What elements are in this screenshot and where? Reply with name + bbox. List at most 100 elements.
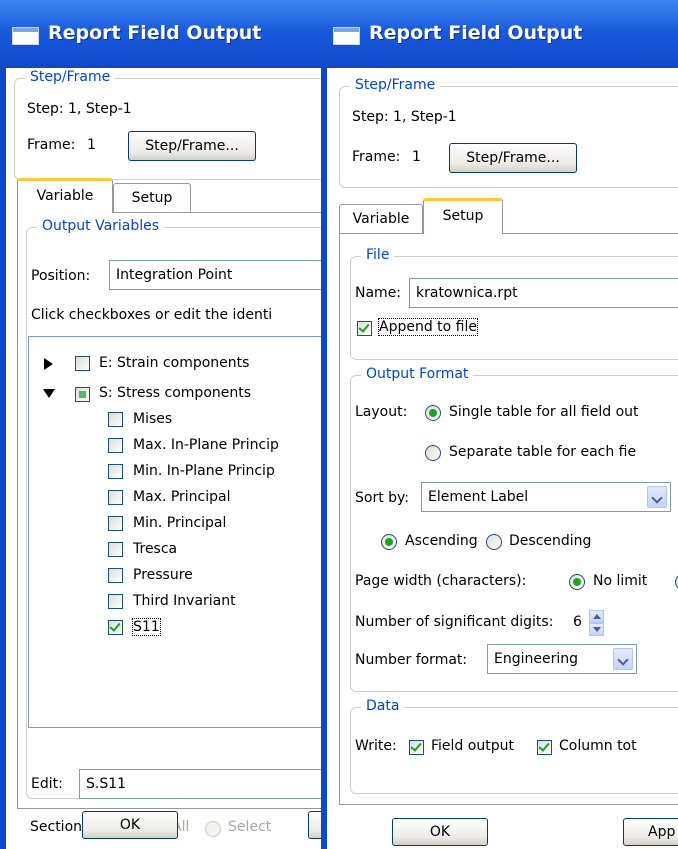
tresca-checkbox[interactable] [108, 542, 123, 557]
min-inplane-checkbox[interactable] [108, 464, 123, 479]
output-variables-group: Output Variables Position: Integration P… [26, 218, 321, 799]
strain-checkbox[interactable] [75, 356, 90, 371]
layout-label: Layout: [355, 404, 408, 420]
section-select-label: Select [228, 819, 272, 835]
ascending-radio[interactable] [381, 534, 397, 550]
stress-checkbox[interactable] [75, 387, 90, 402]
column-totals-checkbox[interactable] [537, 740, 552, 755]
tree-child-label: Tresca [133, 541, 178, 557]
descending-label: Descending [509, 533, 592, 549]
mises-checkbox[interactable] [108, 412, 123, 427]
s11-checkbox[interactable] [108, 620, 123, 635]
file-group-label: File [361, 247, 395, 263]
tree-child-label: Min. In-Plane Princip [133, 463, 275, 479]
variable-tab-panel: Output Variables Position: Integration P… [17, 212, 321, 837]
layout-separate-radio[interactable] [425, 445, 441, 461]
instruction-text: Click checkboxes or edit the identi [31, 307, 273, 323]
sort-by-label: Sort by: [355, 490, 410, 506]
descending-radio[interactable] [486, 534, 502, 550]
min-principal-checkbox[interactable] [108, 516, 123, 531]
apply-button[interactable]: App [623, 818, 678, 846]
layout-single-radio[interactable] [425, 405, 441, 421]
file-group: File Name: kratownica.rpt Append to file [350, 247, 678, 360]
ok-button[interactable]: OK [82, 811, 178, 839]
edit-label: Edit: [31, 776, 63, 792]
sort-by-select[interactable]: Element Label [421, 482, 671, 512]
position-select[interactable]: Integration Point [109, 260, 321, 290]
chevron-down-icon[interactable] [647, 486, 667, 508]
collapse-arrow-icon[interactable] [43, 389, 55, 398]
ascending-label: Ascending [405, 533, 478, 549]
step-frame-button[interactable]: Step/Frame... [449, 143, 577, 173]
no-limit-radio[interactable] [569, 574, 585, 590]
max-principal-checkbox[interactable] [108, 490, 123, 505]
apply-button-partial[interactable] [308, 811, 321, 839]
window-icon [333, 27, 360, 45]
edit-field[interactable]: S.S11 [79, 769, 321, 799]
window-title: Report Field Output [369, 22, 583, 44]
output-format-group-label: Output Format [361, 366, 474, 382]
tree-child-label: Max. Principal [133, 489, 231, 505]
setup-tab-panel: File Name: kratownica.rpt Append to file… [339, 233, 678, 805]
field-output-label: Field output [431, 738, 514, 754]
third-invariant-checkbox[interactable] [108, 594, 123, 609]
report-field-output-dialog-right: Report Field Output Step/Frame Step: 1, … [321, 0, 678, 849]
number-format-label: Number format: [355, 652, 468, 668]
dialog-body: Step/Frame Step: 1, Step-1 Frame: 1 Step… [327, 68, 678, 849]
window-icon [12, 27, 39, 45]
frame-label: Frame: [352, 149, 401, 165]
tab-setup[interactable]: Setup [423, 198, 503, 234]
spin-up-icon[interactable] [589, 610, 604, 623]
strain-components-label: E: Strain components [99, 355, 250, 371]
output-variables-group-label: Output Variables [37, 218, 165, 234]
significant-digits-label: Number of significant digits: [355, 614, 554, 630]
expand-arrow-icon[interactable] [44, 358, 53, 370]
step-frame-button[interactable]: Step/Frame... [128, 131, 256, 161]
append-to-file-label: Append to file [378, 318, 478, 336]
dialog-body: Step/Frame Step: 1, Step-1 Frame: 1 Step… [6, 68, 321, 849]
no-limit-label: No limit [593, 573, 648, 589]
page-width-label: Page width (characters): [355, 573, 527, 589]
tab-variable[interactable]: Variable [339, 204, 423, 234]
frame-value: 1 [87, 137, 96, 153]
stress-components-label: S: Stress components [99, 385, 252, 401]
tree-child-label: Mises [133, 411, 173, 427]
field-output-checkbox[interactable] [409, 740, 424, 755]
ok-button[interactable]: OK [392, 818, 488, 846]
frame-value: 1 [412, 149, 421, 165]
tab-setup[interactable]: Setup [113, 183, 191, 213]
layout-single-label: Single table for all field out [449, 404, 639, 420]
output-format-group: Output Format Layout: Single table for a… [350, 366, 678, 692]
position-label: Position: [31, 268, 91, 284]
title-bar[interactable]: Report Field Output [0, 0, 321, 68]
significant-digits-spinner[interactable] [589, 610, 604, 636]
tree-child-label: S11 [132, 618, 161, 636]
file-name-field[interactable]: kratownica.rpt [409, 278, 678, 308]
step-text: Step: 1, Step-1 [27, 101, 132, 117]
tree-child-label: Max. In-Plane Princip [133, 437, 279, 453]
max-inplane-checkbox[interactable] [108, 438, 123, 453]
frame-label: Frame: [27, 137, 76, 153]
variable-tree: E: Strain components S: Stress component… [28, 336, 321, 728]
append-to-file-checkbox[interactable] [357, 321, 372, 336]
tree-child-label: Min. Principal [133, 515, 227, 531]
window-title: Report Field Output [48, 22, 262, 44]
section-select-radio[interactable] [205, 821, 221, 837]
step-text: Step: 1, Step-1 [352, 109, 457, 125]
tree-child-label: Third Invariant [133, 593, 236, 609]
tree-child-label: Pressure [133, 567, 193, 583]
data-group-label: Data [361, 698, 405, 714]
significant-digits-value[interactable]: 6 [573, 614, 582, 630]
step-frame-group: Step/Frame Step: 1, Step-1 Frame: 1 Step… [14, 69, 321, 180]
name-label: Name: [355, 285, 402, 301]
data-group: Data Write: Field output Column tot [350, 698, 678, 794]
write-label: Write: [355, 738, 397, 754]
spin-down-icon[interactable] [589, 623, 604, 636]
step-frame-group: Step/Frame Step: 1, Step-1 Frame: 1 Step… [339, 77, 678, 188]
layout-separate-label: Separate table for each fie [449, 444, 637, 460]
report-field-output-dialog-left: Report Field Output Step/Frame Step: 1, … [0, 0, 321, 849]
chevron-down-icon[interactable] [613, 648, 633, 670]
title-bar[interactable]: Report Field Output [321, 0, 678, 68]
pressure-checkbox[interactable] [108, 568, 123, 583]
tab-variable[interactable]: Variable [17, 178, 113, 213]
